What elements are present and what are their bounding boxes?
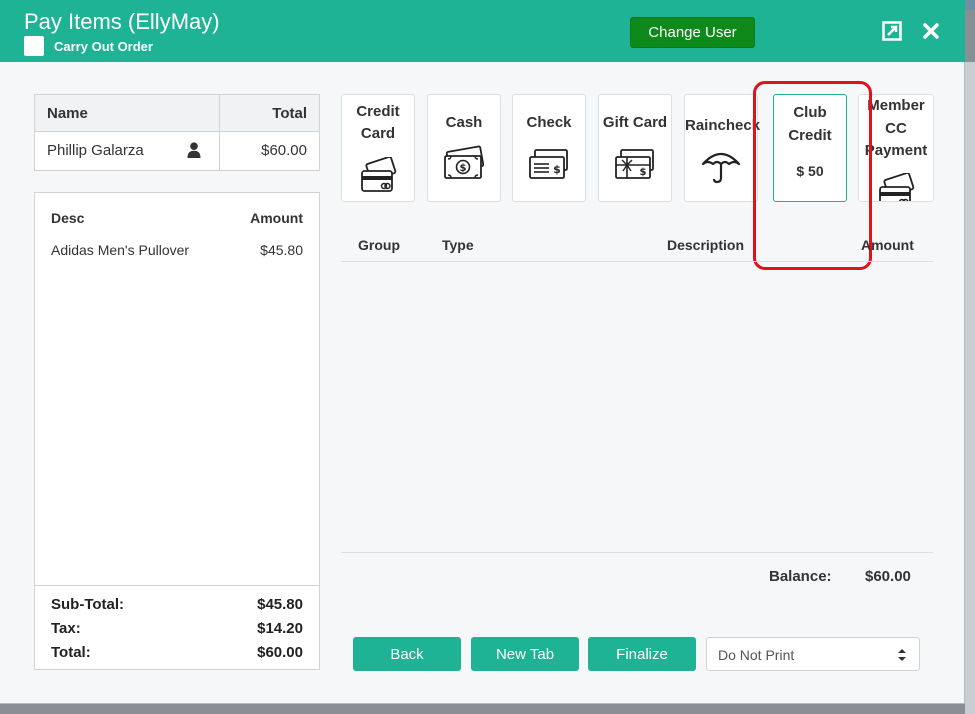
new-tab-button[interactable]: New Tab [471,637,579,671]
tile-label-line: Gift Card [602,114,668,131]
total-column-header: Total [272,105,307,122]
item-amount: $45.80 [260,242,303,258]
balance-value: $60.00 [865,568,911,585]
subtotal-value: $45.80 [257,596,303,613]
credit-card-icon [879,173,915,201]
customer-name-cell: Phillip Galarza [35,132,220,170]
total-row: Total: $60.00 [51,644,303,668]
desc-column-header: Desc [51,210,85,226]
carry-out-toggle[interactable]: Carry Out Order [24,36,153,56]
subtotal-row: Sub-Total: $45.80 [51,596,303,620]
tax-row: Tax: $14.20 [51,620,303,644]
payments-grid-header: Group Type Description Amount [341,236,933,262]
items-header: Desc Amount [51,210,303,226]
payments-grid-divider [341,552,933,553]
check-tile[interactable]: Check $ [512,94,586,202]
pay-items-dialog: Pay Items (EllyMay) Carry Out Order Chan… [0,0,965,704]
subtotal-label: Sub-Total: [51,596,125,613]
tile-label-line: Check [526,114,572,131]
amount-column-header: Amount [250,210,303,226]
tile-label-line: Cash [445,114,483,131]
tax-label: Tax: [51,620,81,637]
back-button[interactable]: Back [353,637,461,671]
tile-label-line: Card [360,125,396,142]
umbrella-icon [701,152,741,184]
svg-text:$: $ [553,163,561,176]
credit-card-tile[interactable]: Credit Card [341,94,415,202]
total-label: Total: [51,644,91,661]
type-column-header: Type [442,237,474,253]
description-column-header: Description [667,237,745,253]
finalize-button[interactable]: Finalize [588,637,696,671]
background-edge [965,62,975,714]
raincheck-tile[interactable]: Raincheck [684,94,761,202]
expand-icon[interactable] [881,20,903,42]
customer-row[interactable]: Phillip Galarza $60.00 [35,132,319,170]
change-user-button[interactable]: Change User [630,17,755,48]
gift-card-tile[interactable]: Gift Card $ [598,94,672,202]
cash-icon: $ [444,145,485,179]
dialog-header: Pay Items (EllyMay) Carry Out Order Chan… [0,0,965,62]
items-panel: Desc Amount Adidas Men's Pullover $45.80… [34,192,320,670]
totals-section: Sub-Total: $45.80 Tax: $14.20 Total: $60… [35,585,319,671]
select-arrows-icon [898,649,906,661]
item-desc: Adidas Men's Pullover [51,242,190,258]
print-option-select[interactable]: Do Not Print [706,637,920,671]
cash-tile[interactable]: Cash $ [427,94,501,202]
customer-name: Phillip Galarza [47,142,144,159]
svg-text:$: $ [460,163,467,174]
tile-label-line: Credit [356,103,400,120]
gift-card-icon: $ [615,149,654,179]
total-value: $60.00 [257,644,303,661]
dialog-title: Pay Items (EllyMay) [24,9,220,34]
carry-out-checkbox[interactable] [24,36,44,56]
user-icon[interactable] [187,142,201,158]
customer-total: $60.00 [261,142,307,159]
tile-label-line: Raincheck [685,117,761,134]
print-option-value: Do Not Print [718,647,795,663]
group-column-header: Group [358,237,400,253]
carry-out-label: Carry Out Order [54,38,153,54]
close-icon[interactable] [920,20,942,42]
amount-column-header: Amount [861,237,914,253]
tax-value: $14.20 [257,620,303,637]
name-column-header: Name [35,95,220,131]
svg-text:$: $ [640,167,647,178]
customer-table: Name Total Phillip Galarza $60.00 [34,94,320,171]
check-icon: $ [529,149,568,179]
balance-label: Balance: [769,568,832,585]
customer-table-header: Name Total [35,95,319,132]
credit-card-icon [361,157,397,192]
list-item[interactable]: Adidas Men's Pullover $45.80 [51,242,303,258]
